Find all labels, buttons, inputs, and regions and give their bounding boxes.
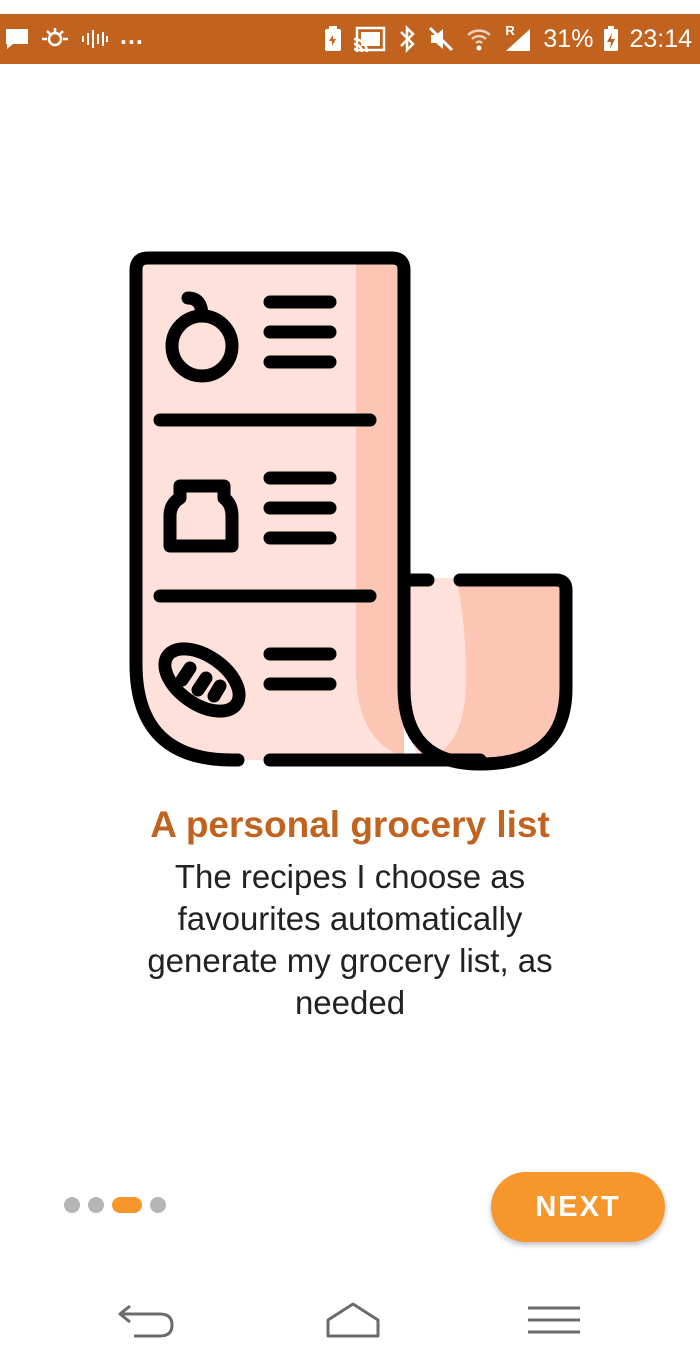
- bluetooth-icon: [397, 24, 417, 54]
- page-dot-3-active: [112, 1197, 142, 1213]
- wifi-icon: [465, 25, 493, 53]
- signal-icon: R: [503, 23, 533, 53]
- battery-saver-icon: [323, 25, 343, 53]
- navigation-bar: [0, 1290, 700, 1348]
- clock: 23:14: [629, 24, 692, 53]
- next-button[interactable]: NEXT: [491, 1172, 665, 1242]
- onboarding-screen: ... R 31% 23:14 A personal grocery list …: [0, 0, 700, 1348]
- page-dot-4: [150, 1197, 166, 1213]
- voicemail-icon: [80, 26, 110, 52]
- page-dot-1: [64, 1197, 80, 1213]
- menu-icon[interactable]: [524, 1300, 584, 1340]
- home-icon[interactable]: [322, 1300, 384, 1340]
- status-bar: ... R 31% 23:14: [0, 14, 700, 64]
- cast-icon: [353, 25, 387, 53]
- status-bar-right: R 31% 23:14: [323, 23, 692, 54]
- mute-icon: [427, 25, 455, 53]
- onboarding-title: A personal grocery list: [150, 804, 550, 845]
- signal-roaming-label: R: [505, 23, 515, 38]
- battery-percent: 31%: [543, 24, 594, 53]
- grocery-receipt-illustration: [120, 240, 580, 780]
- page-dot-2: [88, 1197, 104, 1213]
- page-indicator: [64, 1197, 166, 1213]
- overflow-indicator: ...: [120, 21, 144, 50]
- status-bar-left: ...: [4, 22, 144, 52]
- chat-icon: [4, 26, 30, 52]
- onboarding-description: The recipes I choose as favourites autom…: [147, 858, 553, 1021]
- back-icon[interactable]: [112, 1300, 178, 1340]
- satellite-icon: [40, 26, 70, 52]
- battery-charging-icon: [603, 25, 619, 53]
